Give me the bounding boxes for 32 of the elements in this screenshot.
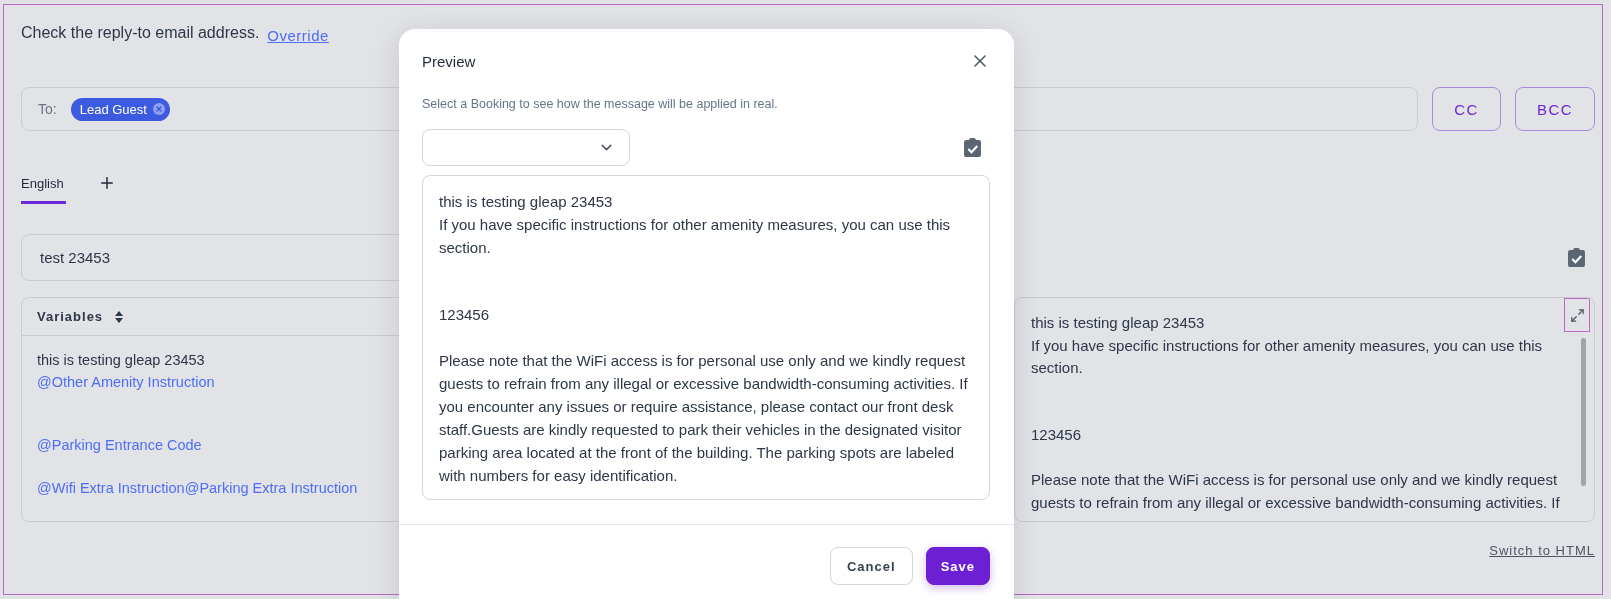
recipient-button[interactable]: BCC xyxy=(1515,87,1595,131)
sort-icon[interactable] xyxy=(115,310,124,323)
dialog-title: Preview xyxy=(422,52,476,70)
scrollbar-thumb[interactable] xyxy=(1581,338,1586,486)
save-button[interactable]: Save xyxy=(925,547,990,585)
preview-text: this is testing gleap 23453 xyxy=(439,192,614,212)
preview-text: 123456 xyxy=(1031,424,1083,445)
variable-tag: @Parking Entrance Code xyxy=(37,434,202,456)
preview-text: If you have specific instructions for other amenity measures, you can use this section. xyxy=(1031,335,1544,378)
variable-tag: @Wifi Extra Instruction@Parking Extra Instruction xyxy=(37,477,358,499)
to-label: To: xyxy=(38,101,57,117)
notice-text: Check the reply-to email address. xyxy=(21,24,260,42)
preview-text: If you have specific instructions for other amenity measures, you can use this section. xyxy=(439,215,952,258)
expand-icon xyxy=(1569,307,1585,323)
override-link[interactable]: Override xyxy=(267,26,329,44)
recipient-chip[interactable]: Lead Guest xyxy=(70,97,170,121)
recipient-button[interactable]: CC xyxy=(1432,87,1501,131)
language-tab[interactable]: English xyxy=(21,162,66,204)
switch-to-html-link[interactable]: Switch to HTML xyxy=(1489,543,1595,558)
preview-text: 123456 xyxy=(439,305,491,325)
preview-text: Please note that the WiFi access is for personal use only and we kindly request guests to refrain from any illegal or excessive bandwidth-consuming activities. If xyxy=(1031,470,1560,513)
expand-button[interactable] xyxy=(1564,298,1590,332)
variable-tag: @Other Amenity Instruction xyxy=(37,371,215,393)
add-icon[interactable] xyxy=(98,174,116,192)
dialog-subtitle: Select a Booking to see how the message will be applied in real. xyxy=(422,97,779,111)
message-text: this is testing gleap 23453 xyxy=(37,351,205,370)
variables-dropdown[interactable]: Variables xyxy=(37,309,104,324)
clipboard-check-icon[interactable] xyxy=(964,138,981,157)
preview-text: Please note that the WiFi access is for personal use only and we kindly request guests to refrain from any illegal or excessive bandwidth-consuming activities. If you encounter any issues or require assistance, please contact our front desk staff.Guests are kindly requested to park their vehicles in the designated visitor parking area located at the front of the building. The parking spots are labeled with numbers for easy identification. xyxy=(439,351,969,486)
clipboard-check-icon[interactable] xyxy=(1568,248,1585,267)
cancel-button[interactable]: Cancel xyxy=(830,547,913,585)
preview-text: this is testing gleap 23453 xyxy=(1031,313,1206,333)
